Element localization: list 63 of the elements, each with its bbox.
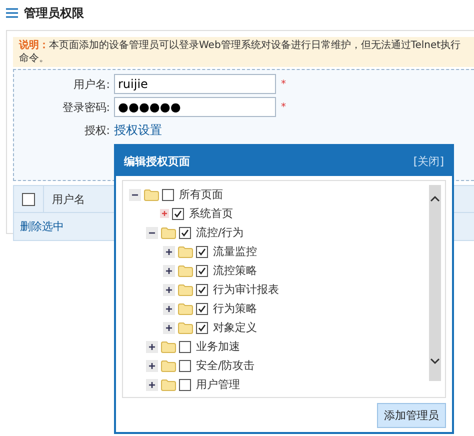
- dialog-title: 编辑授权页面: [124, 154, 190, 168]
- input-field[interactable]: ●●●●●●: [114, 97, 276, 117]
- tree-item-label[interactable]: 流量监控: [213, 244, 257, 259]
- required-mark: *: [281, 78, 286, 90]
- tree-item-label[interactable]: 行为审计报表: [213, 282, 279, 297]
- input-field[interactable]: ruijie: [114, 74, 276, 94]
- checkbox[interactable]: [172, 208, 184, 220]
- folder-icon: [161, 340, 176, 352]
- plus-icon[interactable]: [163, 246, 175, 258]
- tree-item-label[interactable]: 流控策略: [213, 263, 257, 278]
- add-admin-button[interactable]: 添加管理员: [377, 403, 446, 428]
- tree-item-label[interactable]: 安全/防攻击: [196, 358, 255, 373]
- plus-icon[interactable]: [163, 302, 175, 314]
- checkbox[interactable]: [179, 360, 191, 372]
- tree-item-label[interactable]: 业务加速: [196, 339, 240, 354]
- plus-icon[interactable]: [163, 264, 175, 276]
- checkbox[interactable]: [162, 188, 174, 200]
- tree-item-label[interactable]: 用户管理: [196, 377, 240, 392]
- tree-item-label[interactable]: 行为策略: [213, 301, 257, 316]
- plus-icon: [160, 209, 169, 218]
- tree-item-label[interactable]: 流控/行为: [196, 225, 244, 240]
- notice-text: 说明：本页面添加的设备管理员可以登录Web管理系统对设备进行日常维护，但无法通过Telnet执行命令。: [13, 37, 474, 67]
- folder-icon: [161, 226, 176, 238]
- checkbox[interactable]: [196, 264, 208, 276]
- delete-selected-link[interactable]: 删除选中: [20, 219, 64, 234]
- plus-icon[interactable]: [163, 284, 175, 296]
- minus-icon[interactable]: [129, 188, 141, 200]
- field-label: 登录密码:: [61, 100, 111, 114]
- checkbox[interactable]: [196, 302, 208, 314]
- tree-item-label[interactable]: 系统首页: [189, 206, 233, 221]
- checkbox[interactable]: [196, 322, 208, 334]
- tree-item-label[interactable]: 所有页面: [179, 187, 223, 202]
- page-title: 管理员权限: [24, 4, 84, 22]
- plus-icon[interactable]: [146, 360, 158, 372]
- folder-icon: [178, 302, 193, 314]
- field-label: 用户名:: [72, 76, 111, 92]
- checkbox[interactable]: [179, 340, 191, 352]
- scroll-down-icon[interactable]: [430, 357, 440, 365]
- select-all-checkbox[interactable]: [22, 192, 35, 206]
- plus-icon[interactable]: [146, 378, 158, 390]
- checkbox[interactable]: [179, 378, 191, 390]
- auth-settings-link[interactable]: 授权设置: [114, 122, 162, 138]
- required-mark: *: [281, 102, 286, 112]
- folder-icon: [178, 322, 193, 334]
- folder-icon: [144, 188, 159, 200]
- minus-icon[interactable]: [146, 226, 158, 238]
- folder-icon: [178, 246, 193, 258]
- plus-icon[interactable]: [146, 340, 158, 352]
- scrollbar[interactable]: [429, 185, 441, 381]
- folder-icon: [178, 264, 193, 276]
- plus-icon[interactable]: [163, 322, 175, 334]
- field-label: 授权:: [83, 122, 111, 138]
- folder-icon: [161, 360, 176, 372]
- folder-icon: [178, 284, 193, 296]
- checkbox[interactable]: [196, 246, 208, 258]
- checkbox[interactable]: [179, 226, 191, 238]
- menu-icon: [6, 8, 18, 18]
- close-link[interactable]: [关闭]: [413, 154, 444, 168]
- scroll-up-icon[interactable]: [430, 195, 440, 203]
- column-header: 用户名: [51, 192, 85, 206]
- folder-icon: [161, 378, 176, 390]
- tree-item-label[interactable]: 对象定义: [213, 320, 257, 335]
- checkbox[interactable]: [196, 284, 208, 296]
